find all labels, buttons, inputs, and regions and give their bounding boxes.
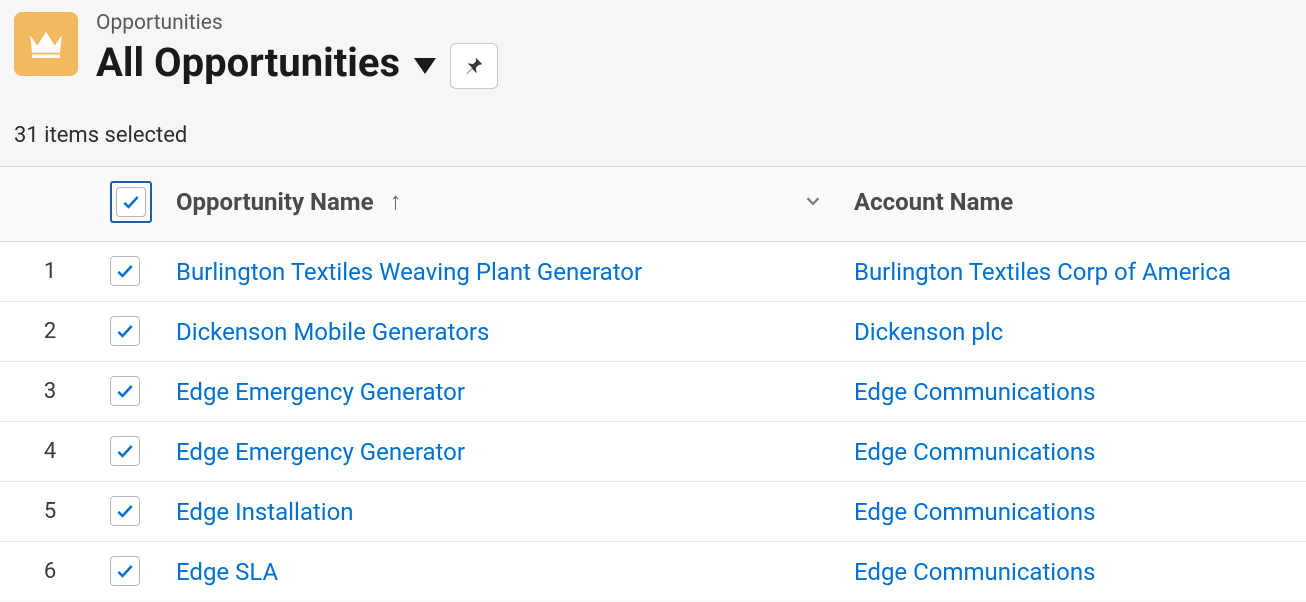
opportunity-name-cell: Edge Emergency Generator <box>166 422 844 482</box>
table-row: 1 Burlington Textiles Weaving Plant Gener… <box>0 242 1306 302</box>
sort-ascending-icon: ↑ <box>390 187 402 216</box>
list-view-switcher[interactable]: All Opportunities <box>96 41 436 85</box>
row-select-cell <box>100 242 166 302</box>
list-header: Opportunities All Opportunities 31 items… <box>0 0 1306 166</box>
checkmark-icon <box>115 321 135 341</box>
account-link[interactable]: Edge Communications <box>854 378 1095 406</box>
checkmark-icon <box>121 192 141 212</box>
column-header-opportunity-name[interactable]: Opportunity Name ↑ <box>166 167 844 242</box>
row-number: 1 <box>0 242 100 302</box>
row-number: 3 <box>0 362 100 422</box>
select-all-checkbox[interactable] <box>116 187 146 217</box>
row-checkbox[interactable] <box>110 376 140 406</box>
row-checkbox[interactable] <box>110 496 140 526</box>
title-block: Opportunities All Opportunities <box>96 12 498 89</box>
chevron-down-icon <box>802 190 824 212</box>
column-header-row-number <box>0 167 100 242</box>
column-label: Opportunity Name <box>176 188 374 216</box>
account-name-cell: Edge Communications <box>844 362 1306 422</box>
table-header-row: Opportunity Name ↑ Account Name <box>0 167 1306 242</box>
row-select-cell <box>100 542 166 602</box>
account-name-cell: Edge Communications <box>844 542 1306 602</box>
opportunity-name-cell: Edge Emergency Generator <box>166 362 844 422</box>
opportunity-name-cell: Edge Installation <box>166 482 844 542</box>
column-menu-button[interactable] <box>802 190 824 218</box>
row-select-cell <box>100 302 166 362</box>
pin-list-button[interactable] <box>450 43 498 89</box>
row-select-cell <box>100 422 166 482</box>
checkmark-icon <box>115 261 135 281</box>
caret-down-icon <box>414 58 436 74</box>
checkmark-icon <box>115 381 135 401</box>
opportunities-table: Opportunity Name ↑ Account Name 1 Burling… <box>0 166 1306 601</box>
opportunity-name-cell: Burlington Textiles Weaving Plant Genera… <box>166 242 844 302</box>
table-row: 2 Dickenson Mobile Generators Dickenson pl… <box>0 302 1306 362</box>
checkmark-icon <box>115 441 135 461</box>
column-header-select-all <box>100 167 166 242</box>
row-number: 5 <box>0 482 100 542</box>
account-link[interactable]: Edge Communications <box>854 438 1095 466</box>
table-row: 6 Edge SLA Edge Communications <box>0 542 1306 602</box>
account-name-cell: Edge Communications <box>844 422 1306 482</box>
opportunity-link[interactable]: Burlington Textiles Weaving Plant Genera… <box>176 258 642 286</box>
row-checkbox[interactable] <box>110 436 140 466</box>
row-number: 4 <box>0 422 100 482</box>
opportunity-link[interactable]: Dickenson Mobile Generators <box>176 318 489 346</box>
row-number: 2 <box>0 302 100 362</box>
row-select-cell <box>100 362 166 422</box>
account-link[interactable]: Edge Communications <box>854 498 1095 526</box>
row-select-cell <box>100 482 166 542</box>
object-label: Opportunities <box>96 12 498 35</box>
opportunity-link[interactable]: Edge Emergency Generator <box>176 378 465 406</box>
table-row: 5 Edge Installation Edge Communications <box>0 482 1306 542</box>
row-checkbox[interactable] <box>110 556 140 586</box>
opportunity-link[interactable]: Edge Emergency Generator <box>176 438 465 466</box>
account-name-cell: Dickenson plc <box>844 302 1306 362</box>
opportunity-name-cell: Dickenson Mobile Generators <box>166 302 844 362</box>
opportunity-name-cell: Edge SLA <box>166 542 844 602</box>
column-label: Account Name <box>854 188 1013 216</box>
account-link[interactable]: Dickenson plc <box>854 318 1003 346</box>
account-name-cell: Burlington Textiles Corp of America <box>844 242 1306 302</box>
opportunity-crown-icon <box>14 12 78 76</box>
account-link[interactable]: Edge Communications <box>854 558 1095 586</box>
column-header-account-name[interactable]: Account Name <box>844 167 1306 242</box>
pin-icon <box>463 55 485 77</box>
table-row: 3 Edge Emergency Generator Edge Communicat… <box>0 362 1306 422</box>
header-top-row: Opportunities All Opportunities <box>14 12 1292 89</box>
account-link[interactable]: Burlington Textiles Corp of America <box>854 258 1231 286</box>
opportunity-link[interactable]: Edge Installation <box>176 498 354 526</box>
checkmark-icon <box>115 501 135 521</box>
account-name-cell: Edge Communications <box>844 482 1306 542</box>
opportunity-link[interactable]: Edge SLA <box>176 558 278 586</box>
checkmark-icon <box>115 561 135 581</box>
row-checkbox[interactable] <box>110 316 140 346</box>
row-checkbox[interactable] <box>110 256 140 286</box>
row-number: 6 <box>0 542 100 602</box>
table-row: 4 Edge Emergency Generator Edge Communicat… <box>0 422 1306 482</box>
view-title-text: All Opportunities <box>96 41 400 85</box>
selection-status: 31 items selected <box>14 123 1292 148</box>
view-row: All Opportunities <box>96 37 498 89</box>
select-all-focus-ring <box>110 181 152 223</box>
